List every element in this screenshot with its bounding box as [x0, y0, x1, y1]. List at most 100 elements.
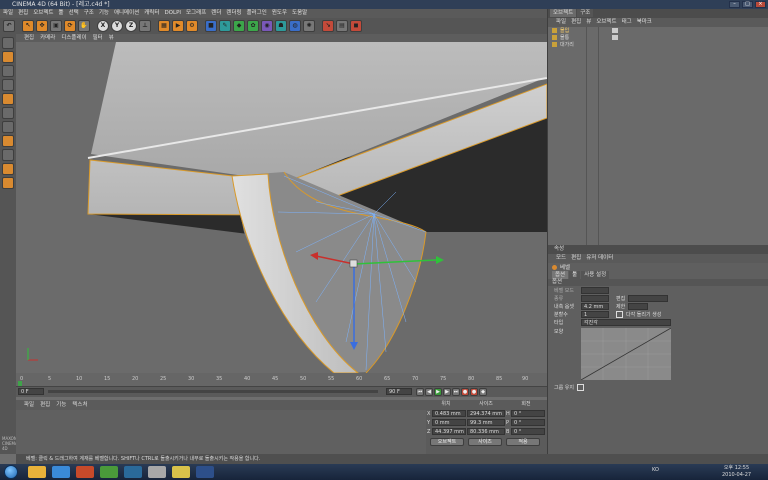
system-clock[interactable]: 오후 12:55 2010-04-27: [722, 465, 751, 479]
menu-item[interactable]: 애니메이션: [114, 9, 139, 18]
play-icon[interactable]: ▶: [434, 388, 442, 396]
menu-item[interactable]: 오브젝트: [33, 9, 53, 18]
pen-icon[interactable]: ✎: [219, 20, 231, 32]
texture-mode-icon[interactable]: [2, 51, 14, 63]
deformer-icon[interactable]: ◉: [261, 20, 273, 32]
model-mode-icon[interactable]: [2, 37, 14, 49]
last-frame-icon[interactable]: ⏭: [452, 388, 460, 396]
tab-structure[interactable]: 구조: [577, 9, 594, 17]
tab-usage[interactable]: 사용 설정: [581, 271, 610, 279]
viewport-menu-item[interactable]: 뷰: [109, 34, 114, 42]
close-button[interactable]: ×: [755, 1, 766, 8]
om-menu-item[interactable]: 뷰: [586, 18, 591, 27]
gizmo-center[interactable]: [349, 259, 358, 268]
y-axis-icon[interactable]: Y: [111, 20, 123, 32]
workplane-icon[interactable]: [2, 163, 14, 175]
object-axis-icon[interactable]: [2, 65, 14, 77]
material-menu-item[interactable]: 파일: [24, 400, 34, 410]
subdivision-icon[interactable]: ◆: [233, 20, 245, 32]
bevel-type-field[interactable]: [581, 294, 609, 302]
scale-icon[interactable]: ▣: [50, 20, 62, 32]
subdivision-field[interactable]: 1: [581, 310, 609, 318]
om-menu-item[interactable]: 파일: [556, 18, 566, 27]
tab-options[interactable]: 옵션: [552, 271, 569, 279]
size-x-field[interactable]: 294.374 mm: [467, 410, 505, 417]
rotation-b-field[interactable]: 0 °: [511, 428, 545, 435]
render-view-icon[interactable]: ▶: [172, 20, 184, 32]
app-icon[interactable]: [148, 466, 166, 478]
material-manager-area[interactable]: [16, 410, 426, 454]
cinema4d-task-icon[interactable]: [196, 466, 214, 478]
end-frame-field[interactable]: 90 F: [386, 388, 412, 395]
position-z-field[interactable]: 44.397 mm: [432, 428, 466, 435]
menu-item[interactable]: 선택: [69, 9, 79, 18]
list-item[interactable]: 몰입: [548, 27, 768, 34]
cube-icon[interactable]: ■: [205, 20, 217, 32]
select-icon[interactable]: ↖: [22, 20, 34, 32]
list-item[interactable]: 대가리: [548, 41, 768, 48]
recent-tool-icon[interactable]: ✋: [78, 20, 90, 32]
attr-menu-item[interactable]: 편집: [571, 254, 581, 263]
menu-item[interactable]: 기능: [99, 9, 109, 18]
app-icon[interactable]: [100, 466, 118, 478]
cloner-icon[interactable]: ✿: [247, 20, 259, 32]
explorer-icon[interactable]: [28, 466, 46, 478]
tab-objects[interactable]: 오브젝트: [550, 9, 577, 17]
tag-icon[interactable]: ↘: [322, 20, 334, 32]
undo-icon[interactable]: ↶: [3, 20, 15, 32]
snap-icon[interactable]: [2, 135, 14, 147]
app-icon[interactable]: [172, 466, 190, 478]
om-menu-item[interactable]: 태그: [622, 18, 632, 27]
render-settings-icon[interactable]: ⚙: [186, 20, 198, 32]
scene-icon[interactable]: ☗: [275, 20, 287, 32]
prev-frame-icon[interactable]: ◀: [425, 388, 433, 396]
grid-icon[interactable]: [2, 149, 14, 161]
menu-item[interactable]: 렌더: [211, 9, 221, 18]
menu-item[interactable]: 툴: [59, 9, 64, 18]
viewport-menu-item[interactable]: 필터: [93, 34, 103, 42]
inner-offset-field[interactable]: 4.2 mm: [581, 302, 609, 310]
uv-mode-icon[interactable]: [2, 121, 14, 133]
point-mode-icon[interactable]: [2, 79, 14, 91]
sculpt-mode-icon[interactable]: [2, 177, 14, 189]
current-frame-field[interactable]: 0 F: [18, 388, 44, 395]
timeline[interactable]: 0 5 10 15 20 25 30 35 40 45 50 55 60 65 …: [16, 373, 547, 387]
light-icon[interactable]: ✺: [303, 20, 315, 32]
rotate-icon[interactable]: ⟳: [64, 20, 76, 32]
minimize-button[interactable]: –: [729, 1, 740, 8]
menu-item[interactable]: 캐릭터: [144, 9, 159, 18]
language-indicator[interactable]: KO: [652, 467, 659, 473]
coord-mode-dropdown[interactable]: 오브젝트: [430, 438, 464, 446]
apply-button[interactable]: 적용: [506, 438, 540, 446]
menu-item[interactable]: 윈도우: [272, 9, 287, 18]
material-menu-item[interactable]: 편집: [40, 400, 50, 410]
browser-icon[interactable]: [52, 466, 70, 478]
limit-field[interactable]: [628, 302, 649, 310]
object-list[interactable]: 몰입 몰통 대가리: [548, 27, 768, 245]
start-button[interactable]: [4, 465, 18, 479]
edge-mode-icon[interactable]: [2, 93, 14, 105]
create-ngons-checkbox[interactable]: [616, 310, 623, 318]
size-z-field[interactable]: 80.336 mm: [467, 428, 505, 435]
om-menu-item[interactable]: 편집: [571, 18, 581, 27]
menu-item[interactable]: 모그래프: [186, 9, 206, 18]
material-menu-item[interactable]: 텍스처: [72, 400, 87, 410]
record-icon[interactable]: ●: [461, 388, 469, 396]
camera-icon[interactable]: ◍: [289, 20, 301, 32]
shape-curve-graph[interactable]: [581, 328, 671, 380]
next-frame-icon[interactable]: ▶: [443, 388, 451, 396]
rotation-h-field[interactable]: 0 °: [511, 410, 545, 417]
position-x-field[interactable]: 0.483 mm: [432, 410, 466, 417]
rotation-p-field[interactable]: 0 °: [511, 419, 545, 426]
maximize-button[interactable]: □: [742, 1, 753, 8]
menu-item[interactable]: 플러그인: [247, 9, 267, 18]
size-y-field[interactable]: 99.3 mm: [467, 419, 505, 426]
3d-viewport[interactable]: [16, 42, 547, 373]
autokey-icon[interactable]: ●: [470, 388, 478, 396]
media-icon[interactable]: [76, 466, 94, 478]
attr-menu-item[interactable]: 유저 데이터: [586, 254, 613, 263]
sculpt-icon[interactable]: ◼: [350, 20, 362, 32]
coord-system-icon[interactable]: ⊥: [139, 20, 151, 32]
app-icon[interactable]: [124, 466, 142, 478]
list-item[interactable]: 몰통: [548, 34, 768, 41]
